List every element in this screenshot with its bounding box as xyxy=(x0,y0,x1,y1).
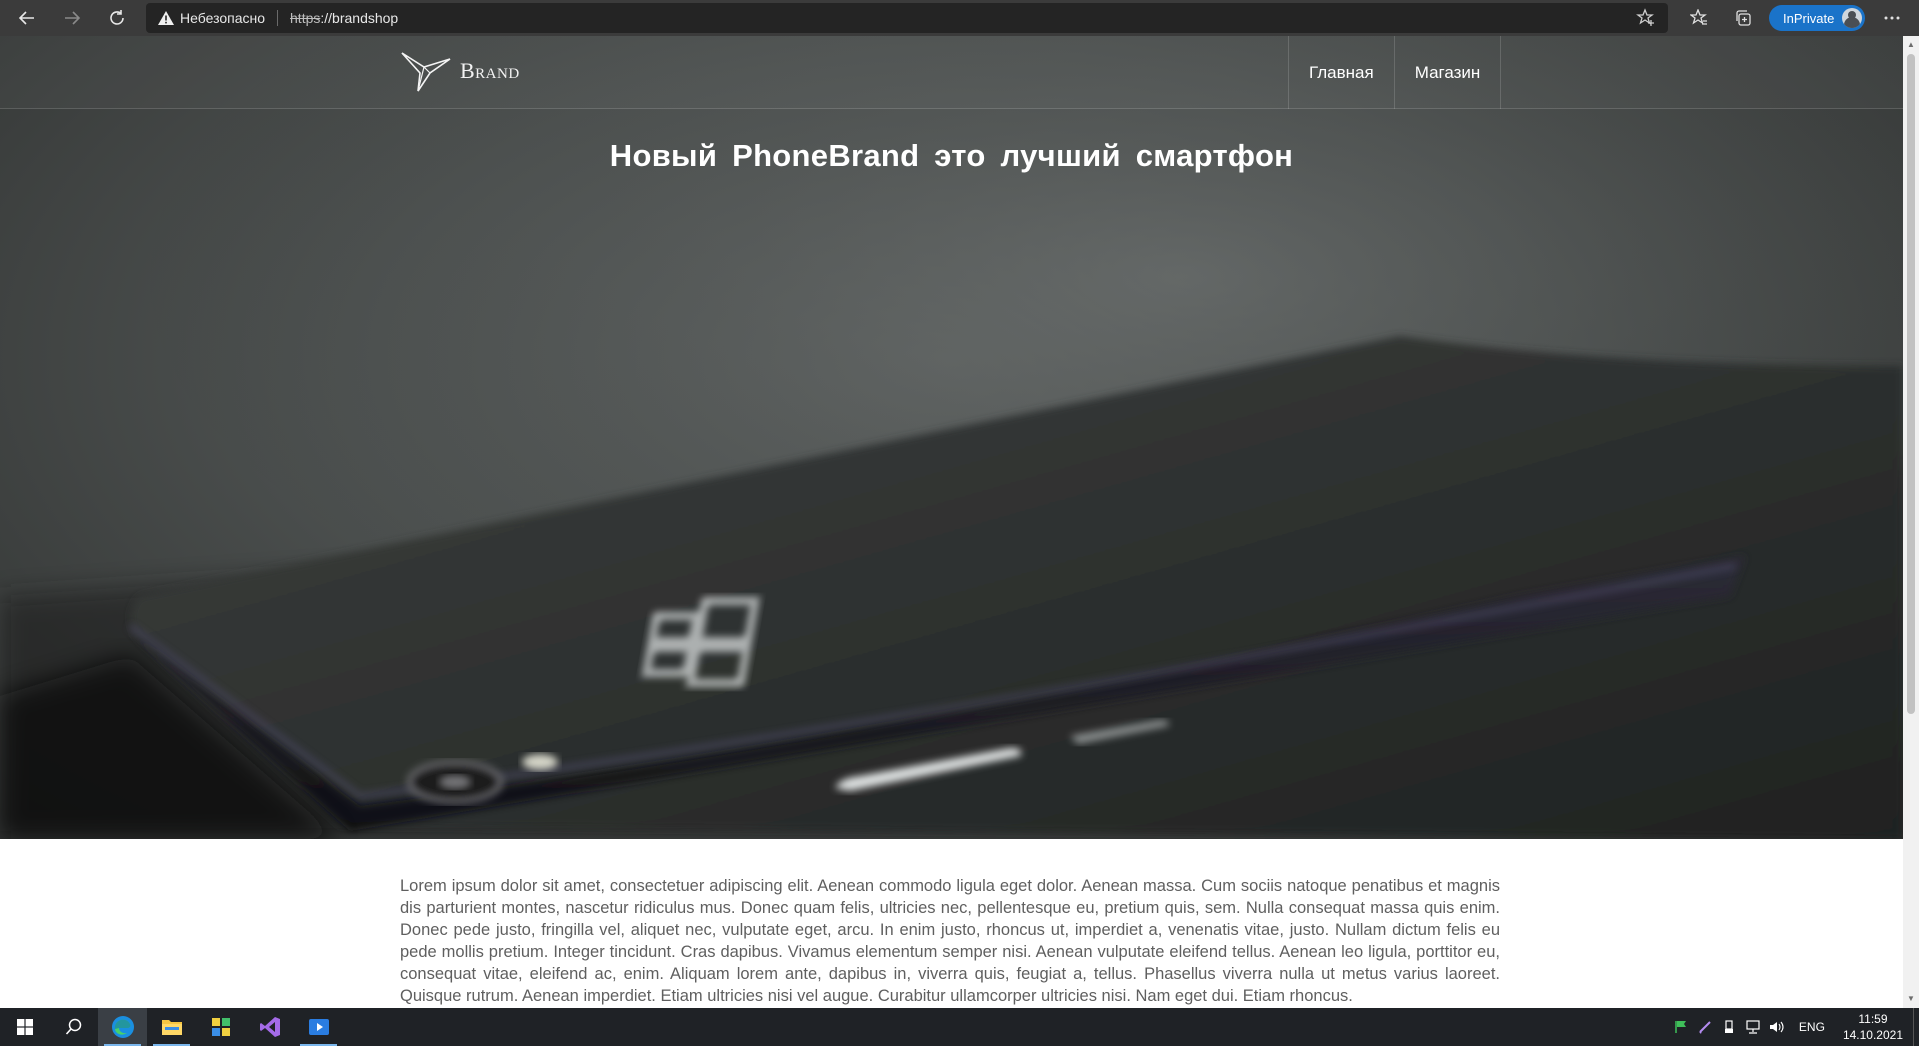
network-icon[interactable] xyxy=(1741,1020,1765,1034)
body-paragraph: Lorem ipsum dolor sit amet, consectetuer… xyxy=(400,877,1500,1005)
inprivate-label: InPrivate xyxy=(1783,10,1835,26)
taskbar-edge[interactable] xyxy=(98,1008,147,1046)
favorites-icon xyxy=(1690,9,1707,25)
taskbar-visual-studio[interactable] xyxy=(245,1008,294,1046)
inprivate-profile-button[interactable]: InPrivate xyxy=(1769,5,1865,31)
search-icon xyxy=(65,1018,81,1035)
add-favorite-icon[interactable] xyxy=(1636,8,1656,31)
site-navbar: Brand Главная Магазин xyxy=(0,36,1903,109)
forward-button[interactable] xyxy=(54,0,90,36)
volume-icon[interactable] xyxy=(1765,1020,1789,1034)
url-host: ://brandshop xyxy=(320,10,399,26)
collections-button[interactable] xyxy=(1721,0,1765,36)
main-nav: Главная Магазин xyxy=(1288,36,1502,109)
refresh-icon xyxy=(110,10,124,25)
refresh-button[interactable] xyxy=(99,0,135,36)
folder-icon xyxy=(161,1020,182,1035)
back-button[interactable] xyxy=(9,0,45,36)
windows-logo-icon xyxy=(16,1019,33,1035)
media-player-icon xyxy=(308,1019,329,1035)
usb-device-icon[interactable] xyxy=(1717,1020,1741,1034)
visual-studio-icon xyxy=(259,1017,280,1037)
settings-more-button[interactable] xyxy=(1870,0,1914,36)
hero-title: Новый PhoneBrand это лучший смартфон xyxy=(609,138,1294,173)
warning-icon xyxy=(158,11,174,25)
favorites-button[interactable] xyxy=(1677,0,1721,36)
back-arrow-icon xyxy=(18,11,34,25)
flag-icon[interactable] xyxy=(1669,1020,1693,1034)
security-indicator[interactable]: Небезопасно xyxy=(158,10,265,26)
address-bar[interactable]: Небезопасно https://brandshop xyxy=(146,3,1668,33)
address-separator xyxy=(277,10,279,26)
url-scheme: https xyxy=(290,10,321,26)
app-grid-icon xyxy=(211,1018,230,1036)
pen-icon[interactable] xyxy=(1693,1020,1717,1034)
page-scrollbar[interactable]: ▲ ▼ xyxy=(1903,36,1919,1008)
scroll-up-arrow-icon[interactable]: ▲ xyxy=(1906,40,1916,50)
windows-taskbar: ENG 11:59 14.10.2021 xyxy=(0,1008,1919,1046)
logo-text: Brand xyxy=(460,58,520,83)
url-text: https://brandshop xyxy=(290,10,398,26)
input-language-indicator[interactable]: ENG xyxy=(1789,1020,1835,1034)
system-tray: ENG 11:59 14.10.2021 xyxy=(1669,1008,1919,1046)
browser-menu xyxy=(1870,0,1914,36)
nav-link-shop[interactable]: Магазин xyxy=(1395,36,1502,109)
hero-section: Brand Главная Магазин Новый PhoneBrand э… xyxy=(0,36,1903,839)
scroll-down-arrow-icon[interactable]: ▼ xyxy=(1906,994,1916,1004)
clock-date: 14.10.2021 xyxy=(1842,1028,1903,1042)
browser-actions xyxy=(1677,0,1765,36)
clock-time: 11:59 xyxy=(1858,1012,1888,1026)
search-button[interactable] xyxy=(49,1008,98,1046)
page-viewport: Brand Главная Магазин Новый PhoneBrand э… xyxy=(0,36,1903,1008)
show-desktop-button[interactable] xyxy=(1913,1008,1919,1046)
more-dots-icon xyxy=(1884,16,1900,20)
system-clock[interactable]: 11:59 14.10.2021 xyxy=(1835,1011,1913,1043)
bird-logo-icon xyxy=(401,52,451,92)
taskbar-app-generic[interactable] xyxy=(196,1008,245,1046)
taskbar-media-app[interactable] xyxy=(294,1008,343,1046)
brand-logo[interactable]: Brand xyxy=(400,49,520,93)
nav-link-home[interactable]: Главная xyxy=(1289,36,1395,109)
forward-arrow-icon xyxy=(65,11,81,25)
collections-icon xyxy=(1736,10,1751,26)
scroll-thumb[interactable] xyxy=(1907,54,1915,714)
edge-browser-icon xyxy=(111,1016,134,1038)
taskbar-file-explorer[interactable] xyxy=(147,1008,196,1046)
security-label: Небезопасно xyxy=(180,10,266,26)
profile-avatar-icon xyxy=(1842,8,1862,28)
start-button[interactable] xyxy=(0,1008,49,1046)
